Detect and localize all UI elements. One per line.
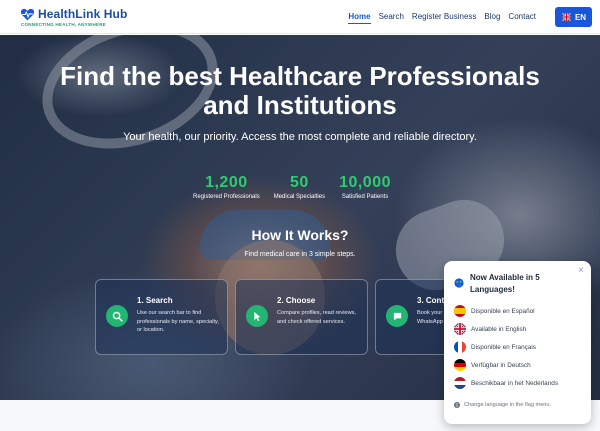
step-text: Use our search bar to find professionals… bbox=[137, 310, 219, 334]
language-option-fr[interactable]: Disponible en Français bbox=[454, 341, 536, 353]
chat-icon bbox=[386, 305, 408, 327]
stat-patients: 10,000 Satisfied Patients bbox=[339, 174, 391, 200]
language-label: Beschikbaar in het Nederlands bbox=[471, 379, 559, 387]
stats-row: 1,200 Registered Professionals 50 Medica… bbox=[193, 174, 391, 200]
stat-label: Satisfied Patients bbox=[341, 194, 389, 200]
language-label: Disponible en Español bbox=[471, 307, 535, 315]
globe-icon bbox=[454, 278, 464, 288]
logo-title: HealthLink Hub bbox=[38, 7, 128, 21]
language-selector-button[interactable]: EN bbox=[555, 7, 592, 27]
hero-subtitle: Your health, our priority. Access the mo… bbox=[123, 131, 477, 143]
step-card-search[interactable]: 1. Search Use our search bar to find pro… bbox=[95, 279, 228, 355]
nav-contact[interactable]: Contact bbox=[508, 12, 536, 24]
pointer-icon bbox=[246, 305, 268, 327]
language-code: EN bbox=[574, 12, 587, 22]
stat-specialties: 50 Medical Specialties bbox=[274, 174, 325, 200]
step-card-choose[interactable]: 2. Choose Compare profiles, read reviews… bbox=[235, 279, 368, 355]
step-title: 2. Choose bbox=[277, 296, 316, 305]
stat-value: 1,200 bbox=[205, 174, 248, 191]
step-text: Compare profiles, read reviews, and chec… bbox=[277, 310, 356, 325]
uk-flag-icon bbox=[454, 323, 466, 335]
language-announcement-popup: × Now Available in 5 Languages! Disponib… bbox=[444, 261, 591, 424]
stat-professionals: 1,200 Registered Professionals bbox=[193, 174, 260, 200]
main-nav: Home Search Register Business Blog Conta… bbox=[348, 12, 536, 24]
how-it-works-title: How It Works? bbox=[251, 227, 349, 243]
step-title: 1. Search bbox=[137, 296, 173, 305]
language-label: Verfügbar in Deutsch bbox=[471, 361, 531, 369]
nav-search[interactable]: Search bbox=[379, 12, 404, 24]
site-logo[interactable]: HealthLink Hub CONNECTING HEALTH, ANYWHE… bbox=[20, 7, 127, 27]
popup-footer: Change language in the flag menu. bbox=[454, 402, 551, 408]
popup-title: Now Available in 5 Languages! bbox=[470, 273, 540, 294]
language-option-de[interactable]: Verfügbar in Deutsch bbox=[454, 359, 531, 371]
language-label: Available in English bbox=[471, 325, 527, 333]
how-it-works-subtitle: Find medical care in 3 simple steps. bbox=[244, 251, 356, 258]
nav-blog[interactable]: Blog bbox=[484, 12, 500, 24]
uk-flag-icon bbox=[561, 13, 572, 21]
stat-value: 10,000 bbox=[339, 174, 391, 191]
nl-flag-icon bbox=[454, 377, 466, 389]
info-icon bbox=[454, 402, 460, 408]
logo-tagline: CONNECTING HEALTH, ANYWHERE bbox=[21, 22, 107, 27]
language-label: Disponible en Français bbox=[471, 343, 537, 351]
stat-value: 50 bbox=[289, 174, 309, 191]
language-option-nl[interactable]: Beschikbaar in het Nederlands bbox=[454, 377, 558, 389]
stat-label: Medical Specialties bbox=[273, 194, 326, 200]
search-icon bbox=[106, 305, 128, 327]
stat-label: Registered Professionals bbox=[193, 194, 260, 200]
es-flag-icon bbox=[454, 305, 466, 317]
nav-home[interactable]: Home bbox=[348, 12, 371, 24]
language-option-en[interactable]: Available in English bbox=[454, 323, 526, 335]
de-flag-icon bbox=[454, 359, 466, 371]
nav-register-business[interactable]: Register Business bbox=[412, 12, 476, 24]
fr-flag-icon bbox=[454, 341, 466, 353]
language-option-es[interactable]: Disponible en Español bbox=[454, 305, 535, 317]
popup-footer-text: Change language in the flag menu. bbox=[464, 402, 552, 408]
site-header: HealthLink Hub CONNECTING HEALTH, ANYWHE… bbox=[0, 0, 600, 34]
hero-title: Find the best Healthcare Professionals an… bbox=[60, 61, 540, 120]
heart-pulse-icon bbox=[20, 8, 35, 20]
